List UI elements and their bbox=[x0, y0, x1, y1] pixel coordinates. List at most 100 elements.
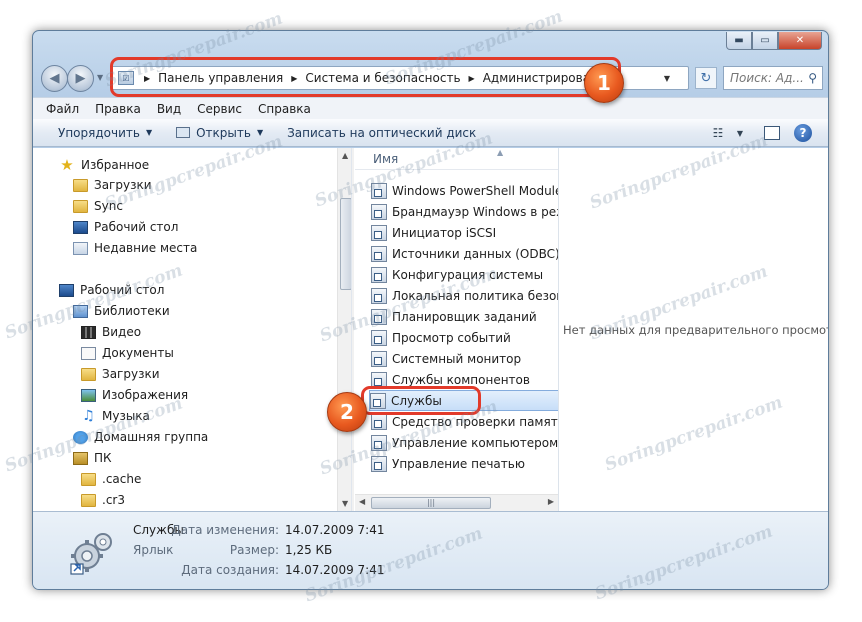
downloads-icon bbox=[81, 367, 96, 381]
file-list-item[interactable]: Управление компьютером bbox=[371, 432, 558, 453]
chevron-down-icon: ▼ bbox=[145, 128, 153, 137]
file-list-item[interactable]: Просмотр событий bbox=[371, 327, 558, 348]
nav-item[interactable]: Изображения bbox=[81, 388, 188, 402]
scroll-up-arrow-icon[interactable]: ▲ bbox=[342, 151, 348, 160]
nav-item-label: ПК bbox=[94, 451, 112, 465]
open-icon bbox=[176, 127, 191, 138]
change-view-icon[interactable]: ☷ bbox=[710, 126, 726, 140]
forward-button[interactable]: ▶ bbox=[67, 65, 94, 92]
file-list-item[interactable]: Конфигурация системы bbox=[371, 264, 558, 285]
file-list-item[interactable]: Windows PowerShell Modules bbox=[371, 180, 558, 201]
address-dropdown-icon[interactable]: ▼ bbox=[664, 74, 670, 83]
search-icon[interactable]: ⚲ bbox=[808, 71, 817, 85]
file-list-item[interactable]: Инициатор iSCSI bbox=[371, 222, 558, 243]
recent-places-icon bbox=[73, 241, 88, 255]
search-input[interactable]: Поиск: Ад... ⚲ bbox=[723, 66, 823, 90]
file-list-item-label: Локальная политика безопас bbox=[392, 288, 558, 303]
nav-item[interactable]: .cache bbox=[81, 472, 141, 486]
file-list-item[interactable]: Системный монитор bbox=[371, 348, 558, 369]
organize-button[interactable]: Упорядочить ▼ bbox=[58, 126, 152, 140]
file-list-item-label: Конфигурация системы bbox=[392, 267, 544, 282]
nav-item[interactable]: Рабочий стол bbox=[59, 283, 164, 297]
file-list-item[interactable]: Локальная политика безопас bbox=[371, 285, 558, 306]
nav-item[interactable]: ПК bbox=[73, 451, 112, 465]
scroll-left-arrow-icon[interactable]: ◀ bbox=[359, 497, 365, 506]
nav-item[interactable]: .cr3 bbox=[81, 493, 125, 507]
nav-item-label: Sync bbox=[94, 199, 123, 213]
nav-item-label: Избранное bbox=[81, 158, 150, 172]
nav-item[interactable]: Рабочий стол bbox=[73, 220, 178, 234]
folder-icon bbox=[81, 493, 96, 507]
close-button[interactable]: ✕ bbox=[778, 32, 822, 50]
scroll-down-arrow-icon[interactable]: ▼ bbox=[342, 499, 348, 508]
nav-item-label: Изображения bbox=[102, 388, 189, 402]
scrollbar-thumb[interactable]: ||| bbox=[371, 497, 491, 509]
star-icon: ★ bbox=[60, 156, 74, 174]
burn-disc-button[interactable]: Записать на оптический диск bbox=[287, 126, 476, 140]
nav-item[interactable]: Видео bbox=[81, 325, 141, 339]
desktop-icon bbox=[73, 220, 88, 234]
nav-item[interactable]: Загрузки bbox=[81, 367, 160, 381]
preview-message: Нет данных для предварительного просмотр… bbox=[563, 323, 829, 337]
nav-item[interactable]: Домашняя группа bbox=[73, 430, 208, 444]
nav-item[interactable]: ★ Избранное bbox=[59, 157, 149, 173]
nav-item[interactable]: Документы bbox=[81, 346, 174, 360]
nav-item[interactable]: Загрузки bbox=[73, 178, 152, 192]
minimize-button[interactable]: ▬ bbox=[726, 32, 752, 50]
nav-item[interactable]: ♫ Музыка bbox=[81, 409, 150, 424]
view-options-chevron-icon[interactable]: ▼ bbox=[732, 126, 748, 140]
file-list-item-label: Инициатор iSCSI bbox=[392, 225, 497, 240]
file-list-item-label: Средство проверки памяти W bbox=[392, 414, 558, 429]
menu-tools[interactable]: Сервис bbox=[197, 102, 242, 116]
file-list-item-label: Брандмауэр Windows в режим bbox=[392, 204, 558, 219]
file-list-item[interactable]: Управление печатью bbox=[371, 453, 558, 474]
help-icon[interactable]: ? bbox=[794, 124, 812, 142]
refresh-button[interactable]: ↻ bbox=[695, 67, 717, 89]
file-list-item-label: Управление компьютером bbox=[392, 435, 558, 450]
shortcut-icon bbox=[371, 308, 387, 325]
nav-item-label: Документы bbox=[102, 346, 174, 360]
file-list-item[interactable]: Планировщик заданий bbox=[371, 306, 558, 327]
nav-item[interactable]: Недавние места bbox=[73, 241, 197, 255]
preview-pane-toggle-icon[interactable] bbox=[764, 126, 780, 140]
nav-item-label: Видео bbox=[102, 325, 142, 339]
menu-edit[interactable]: Правка bbox=[95, 102, 141, 116]
folder-icon bbox=[73, 199, 88, 213]
file-list-item[interactable]: Источники данных (ODBC) bbox=[371, 243, 558, 264]
shortcut-icon bbox=[371, 434, 387, 451]
back-button[interactable]: ◀ bbox=[41, 65, 68, 92]
file-list-item-label: Службы компонентов bbox=[392, 372, 530, 387]
refresh-icon: ↻ bbox=[700, 70, 712, 86]
nav-item-label: Загрузки bbox=[94, 178, 152, 192]
file-list-item-label: Просмотр событий bbox=[392, 330, 511, 345]
documents-icon bbox=[81, 346, 96, 360]
chevron-down-icon: ▼ bbox=[256, 128, 264, 137]
maximize-button[interactable]: ▭ bbox=[752, 32, 778, 50]
forward-arrow-icon: ▶ bbox=[75, 71, 86, 86]
navigation-pane: ★ Избранное Загрузки Sync Рабочий стол Недавн… bbox=[33, 148, 354, 511]
pane-splitter[interactable] bbox=[351, 148, 352, 511]
file-list-horizontal-scrollbar[interactable]: ◀ ||| ▶ bbox=[355, 494, 558, 511]
shortcut-icon bbox=[371, 182, 387, 199]
step-badge-2: 2 bbox=[327, 392, 367, 432]
column-header-label: Имя bbox=[373, 151, 399, 166]
explorer-window: ▬ ▭ ✕ ◀ ▶ ▼ ☑ ▶ Панель управления ▶ Сист… bbox=[32, 30, 829, 590]
open-button[interactable]: Открыть ▼ bbox=[176, 126, 263, 140]
nav-item-label: Рабочий стол bbox=[80, 283, 165, 297]
downloads-folder-icon bbox=[73, 178, 88, 192]
details-size-value: 1,25 КБ bbox=[285, 543, 333, 557]
file-list-item[interactable]: Брандмауэр Windows в режим bbox=[371, 201, 558, 222]
scroll-right-arrow-icon[interactable]: ▶ bbox=[548, 497, 554, 506]
nav-item[interactable]: Sync bbox=[73, 199, 123, 213]
column-header-name[interactable]: Имя ▲ bbox=[355, 148, 558, 170]
nav-item[interactable]: Библиотеки bbox=[73, 304, 170, 318]
file-list-item-label: Windows PowerShell Modules bbox=[392, 183, 558, 198]
desktop-icon bbox=[59, 283, 74, 297]
pictures-icon bbox=[81, 388, 96, 402]
menu-help[interactable]: Справка bbox=[258, 102, 311, 116]
history-dropdown-icon[interactable]: ▼ bbox=[97, 73, 103, 82]
shortcut-icon bbox=[371, 224, 387, 241]
menu-file[interactable]: Файл bbox=[46, 102, 79, 116]
details-created-value: 14.07.2009 7:41 bbox=[285, 563, 385, 577]
menu-view[interactable]: Вид bbox=[157, 102, 181, 116]
